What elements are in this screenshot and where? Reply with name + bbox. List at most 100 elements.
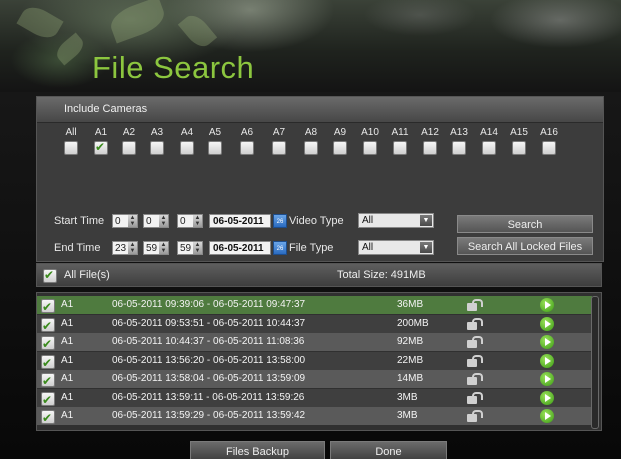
start-time-label: Start Time bbox=[54, 215, 105, 227]
camera-option-0[interactable]: All bbox=[56, 127, 86, 159]
camera-option-11[interactable]: A11 bbox=[385, 127, 415, 159]
camera-option-10[interactable]: A10 bbox=[355, 127, 385, 159]
camera-option-2[interactable]: A2 bbox=[114, 127, 144, 159]
file-size: 22MB bbox=[397, 354, 424, 366]
table-row[interactable]: A1 06-05-2011 09:53:51 - 06-05-2011 10:44… bbox=[37, 314, 592, 335]
camera-checkbox[interactable] bbox=[512, 141, 526, 155]
end-date-field[interactable]: 06-05-2011 bbox=[209, 241, 271, 255]
play-icon[interactable] bbox=[540, 298, 554, 312]
camera-option-9[interactable]: A9 bbox=[325, 127, 355, 159]
all-files-label: All File(s) bbox=[64, 269, 110, 281]
end-second-spinner[interactable]: 59 ▲ ▼ bbox=[177, 241, 203, 255]
spinner-arrows-icon[interactable]: ▲ ▼ bbox=[159, 215, 168, 227]
search-button[interactable]: Search bbox=[457, 215, 593, 233]
file-checkbox[interactable] bbox=[41, 409, 55, 427]
camera-checkbox[interactable] bbox=[240, 141, 254, 155]
lock-icon[interactable] bbox=[467, 336, 483, 348]
camera-option-15[interactable]: A15 bbox=[504, 127, 534, 159]
play-icon[interactable] bbox=[540, 335, 554, 349]
file-checkbox[interactable] bbox=[41, 391, 55, 409]
file-checkbox[interactable] bbox=[41, 317, 55, 335]
camera-checkbox[interactable] bbox=[150, 141, 164, 155]
camera-option-13[interactable]: A13 bbox=[444, 127, 474, 159]
spinner-arrows-icon[interactable]: ▲ ▼ bbox=[159, 242, 168, 254]
file-checkbox[interactable] bbox=[41, 335, 55, 353]
camera-option-1[interactable]: A1 bbox=[86, 127, 116, 159]
play-icon[interactable] bbox=[540, 390, 554, 405]
lock-icon[interactable] bbox=[467, 391, 483, 404]
camera-checkbox[interactable] bbox=[452, 141, 466, 155]
calendar-icon[interactable]: 26 bbox=[273, 241, 287, 255]
camera-label: A9 bbox=[333, 127, 347, 138]
start-hour-spinner[interactable]: 0 ▲ ▼ bbox=[112, 214, 138, 228]
camera-option-3[interactable]: A3 bbox=[142, 127, 172, 159]
camera-option-7[interactable]: A7 bbox=[264, 127, 294, 159]
camera-checkbox[interactable] bbox=[64, 141, 78, 155]
file-list[interactable]: A1 06-05-2011 13:59:29 - 06-05-2011 13:59… bbox=[36, 292, 602, 431]
file-type-select[interactable]: All ▼ bbox=[358, 240, 434, 255]
end-hour-spinner[interactable]: 23 ▲ ▼ bbox=[112, 241, 138, 255]
play-icon[interactable] bbox=[540, 372, 554, 386]
table-row[interactable]: A1 06-05-2011 13:59:11 - 06-05-2011 13:59… bbox=[37, 388, 592, 409]
file-checkbox[interactable] bbox=[41, 372, 55, 390]
camera-checkbox[interactable] bbox=[333, 141, 347, 155]
end-minute-spinner[interactable]: 59 ▲ ▼ bbox=[143, 241, 169, 255]
spinner-arrows-icon[interactable]: ▲ ▼ bbox=[193, 242, 202, 254]
spinner-arrows-icon[interactable]: ▲ ▼ bbox=[128, 242, 137, 254]
lock-icon[interactable] bbox=[467, 299, 483, 311]
camera-label: A12 bbox=[421, 127, 439, 138]
spinner-arrows-icon[interactable]: ▲ ▼ bbox=[128, 215, 137, 227]
camera-option-8[interactable]: A8 bbox=[296, 127, 326, 159]
start-second-spinner[interactable]: 0 ▲ ▼ bbox=[177, 214, 203, 228]
file-camera: A1 bbox=[61, 410, 74, 421]
camera-option-5[interactable]: A5 bbox=[200, 127, 230, 159]
camera-label: A5 bbox=[208, 127, 222, 138]
play-icon[interactable] bbox=[540, 316, 554, 331]
calendar-icon[interactable]: 26 bbox=[273, 214, 287, 228]
camera-checkbox[interactable] bbox=[180, 141, 194, 155]
lock-icon[interactable] bbox=[467, 410, 483, 422]
camera-label: A10 bbox=[361, 127, 379, 138]
camera-option-4[interactable]: A4 bbox=[172, 127, 202, 159]
spinner-arrows-icon[interactable]: ▲ ▼ bbox=[193, 215, 202, 227]
lock-icon[interactable] bbox=[467, 354, 483, 367]
camera-checkbox[interactable] bbox=[542, 141, 556, 155]
start-minute-spinner[interactable]: 0 ▲ ▼ bbox=[143, 214, 169, 228]
scrollbar[interactable] bbox=[591, 296, 599, 429]
camera-option-16[interactable]: A16 bbox=[534, 127, 564, 159]
done-button[interactable]: Done bbox=[330, 441, 447, 459]
search-all-locked-files-button[interactable]: Search All Locked Files bbox=[457, 237, 593, 255]
end-time-label: End Time bbox=[54, 242, 101, 254]
camera-checkbox[interactable] bbox=[482, 141, 496, 155]
video-type-select[interactable]: All ▼ bbox=[358, 213, 434, 228]
play-icon[interactable] bbox=[540, 353, 554, 368]
table-row[interactable]: A1 06-05-2011 09:39:06 - 06-05-2011 09:47… bbox=[37, 296, 592, 316]
camera-option-6[interactable]: A6 bbox=[232, 127, 262, 159]
camera-checkbox[interactable] bbox=[272, 141, 286, 155]
camera-checkbox[interactable] bbox=[363, 141, 377, 155]
camera-checkbox[interactable] bbox=[393, 141, 407, 155]
play-icon[interactable] bbox=[540, 409, 554, 423]
table-row[interactable]: A1 06-05-2011 10:44:37 - 06-05-2011 11:08… bbox=[37, 333, 592, 353]
lock-icon[interactable] bbox=[467, 317, 483, 330]
camera-checkbox[interactable] bbox=[122, 141, 136, 155]
file-checkbox[interactable] bbox=[41, 298, 55, 316]
file-time-range: 06-05-2011 13:59:11 - 06-05-2011 13:59:2… bbox=[112, 391, 305, 403]
camera-option-12[interactable]: A12 bbox=[415, 127, 445, 159]
files-backup-button[interactable]: Files Backup bbox=[190, 441, 325, 459]
camera-label: A13 bbox=[450, 127, 468, 138]
file-checkbox[interactable] bbox=[41, 354, 55, 372]
camera-checkbox[interactable] bbox=[304, 141, 318, 155]
table-row[interactable]: A1 06-05-2011 13:58:04 - 06-05-2011 13:59… bbox=[37, 370, 592, 390]
table-row[interactable]: A1 06-05-2011 13:56:20 - 06-05-2011 13:58… bbox=[37, 351, 592, 372]
lock-icon[interactable] bbox=[467, 373, 483, 385]
camera-checkbox[interactable] bbox=[208, 141, 222, 155]
camera-option-14[interactable]: A14 bbox=[474, 127, 504, 159]
camera-checkbox[interactable] bbox=[94, 140, 108, 155]
all-files-checkbox[interactable] bbox=[43, 268, 57, 283]
file-camera: A1 bbox=[61, 317, 74, 329]
end-minute-value: 59 bbox=[146, 243, 158, 254]
table-row[interactable]: A1 06-05-2011 13:59:29 - 06-05-2011 13:59… bbox=[37, 407, 592, 427]
camera-checkbox[interactable] bbox=[423, 141, 437, 155]
start-date-field[interactable]: 06-05-2011 bbox=[209, 214, 271, 228]
